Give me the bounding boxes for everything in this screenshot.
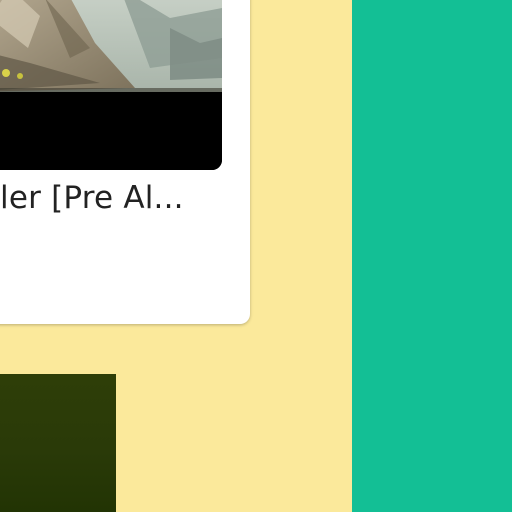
side-panel [352, 0, 512, 512]
video-thumbnail[interactable] [0, 0, 222, 170]
video-thumbnail-partial[interactable] [0, 374, 116, 512]
video-card[interactable]: ler [Pre Al... [0, 0, 250, 324]
page: ler [Pre Al... [0, 0, 512, 512]
video-title[interactable]: ler [Pre Al... [0, 178, 240, 218]
thumbnail-image [0, 0, 222, 170]
